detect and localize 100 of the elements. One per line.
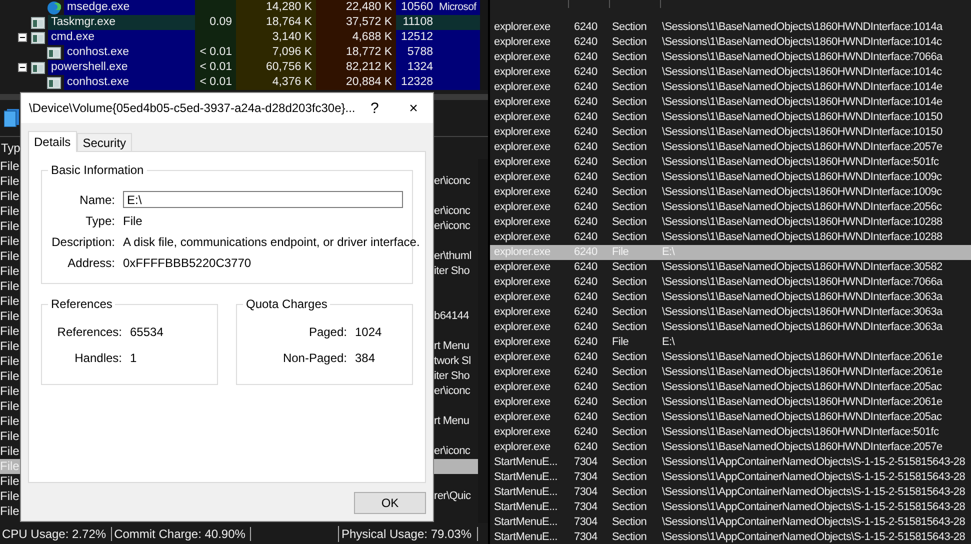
pid-cell-text: 6240	[573, 275, 598, 290]
help-button[interactable]: ?	[355, 93, 394, 123]
process-name[interactable]: msedge.exe	[64, 0, 195, 15]
handle-name-cell-text: E:\	[661, 245, 675, 260]
type-cell-text: Section	[611, 50, 648, 65]
collapse-toggle[interactable]	[18, 33, 27, 42]
cpu-cell: < 0.01	[195, 75, 236, 90]
type-cell-text: Section	[611, 350, 648, 365]
handle-name-cell-text: \Sessions\1\AppContainerNamedObjects\S-1-15-2-515815643-28	[661, 485, 966, 500]
process-cell-text: explorer.exe	[493, 335, 552, 350]
pid-cell-text: 7304	[573, 500, 598, 515]
column-header[interactable]: Typ	[0, 141, 20, 155]
process-cell-text: StartMenuE...	[493, 455, 558, 470]
field-label: References:	[56, 324, 123, 338]
process-cell-text: explorer.exe	[493, 65, 552, 80]
working-set-cell: 22,480 K	[316, 0, 396, 15]
field-label: Non-Paged:	[282, 350, 348, 364]
tab[interactable]: Security	[76, 133, 132, 151]
cpu-cell: < 0.01	[195, 60, 236, 75]
type-cell-text: Section	[611, 140, 648, 155]
working-set-cell: 82,212 K	[316, 60, 396, 75]
handle-name-cell-text: \Sessions\1\BaseNamedObjects\1860HWNDInterface:205ac	[661, 410, 942, 425]
process-name[interactable]: conhost.exe	[64, 45, 195, 60]
type-cell-text: Section	[611, 155, 648, 170]
pid-cell-text: 6240	[573, 170, 598, 185]
process-cell-text: explorer.exe	[493, 410, 552, 425]
type-cell: File	[0, 369, 20, 384]
handle-name-cell-text: \Sessions\1\BaseNamedObjects\1860HWNDInterface:2061e	[661, 395, 942, 410]
handle-name-cell-text: \Sessions\1\BaseNamedObjects\1860HWNDInterface:205ac	[661, 380, 942, 395]
pid-cell-text: 6240	[573, 185, 598, 200]
process-cell-text: explorer.exe	[493, 365, 552, 380]
name-cell-text: er\thuml	[434, 249, 472, 264]
type-cell-text: Section	[611, 260, 648, 275]
type-cell-text: Section	[611, 215, 648, 230]
pid-cell-text: 6240	[573, 110, 598, 125]
close-button[interactable]: ×	[394, 93, 433, 123]
type-cell-text: Section	[611, 20, 648, 35]
field-label: Address:	[66, 256, 116, 270]
tab[interactable]: Details	[28, 131, 77, 152]
pid-cell-text: 6240	[573, 140, 598, 155]
type-cell-text: Section	[611, 275, 648, 290]
handle-name-cell-text: \Sessions\1\BaseNamedObjects\1860HWNDInterface:1014a	[661, 20, 942, 35]
process-cell-text: StartMenuE...	[493, 530, 558, 544]
handle-name-cell-text: \Sessions\1\BaseNamedObjects\1860HWNDInterface:1014e	[661, 95, 942, 110]
type-cell-text: Section	[611, 380, 648, 395]
process-cell-text: explorer.exe	[493, 320, 552, 335]
process-cell-text: StartMenuE...	[493, 515, 558, 530]
pid-cell: 1324	[396, 60, 437, 75]
group-title: Quota Charges	[243, 297, 330, 311]
process-cell-text: explorer.exe	[493, 95, 552, 110]
row-highlight	[434, 459, 478, 474]
name-field[interactable]: E:\	[123, 191, 403, 208]
pid-cell: 10560	[396, 0, 437, 15]
name-cell-text: er\iconc	[434, 444, 472, 459]
pid-cell-text: 6240	[573, 365, 598, 380]
pid-cell-text: 6240	[573, 245, 598, 260]
handle-name-cell-text: \Sessions\1\BaseNamedObjects\1860HWNDInterface:501fc	[661, 425, 939, 440]
process-cell-text: explorer.exe	[493, 440, 552, 455]
description-cell: Microsof	[437, 0, 480, 15]
pid-cell-text: 6240	[573, 350, 598, 365]
handle-name-cell-text: \Sessions\1\BaseNamedObjects\1860HWNDInterface:501fc	[661, 155, 939, 170]
dialog-title: \Device\Volume{05ed4b05-c5ed-3937-a24a-d28d203fc30e}...	[29, 101, 356, 115]
type-cell-text: Section	[611, 530, 648, 544]
handle-name-cell-text: \Sessions\1\AppContainerNamedObjects\S-1-15-2-515815643-28	[661, 530, 966, 544]
pid-cell-text: 7304	[573, 515, 598, 530]
field-label: Type:	[84, 214, 116, 228]
ok-button[interactable]: OK	[354, 492, 426, 514]
collapse-toggle[interactable]	[18, 63, 27, 72]
type-cell-text: Section	[611, 455, 648, 470]
type-cell: File	[0, 324, 20, 339]
handle-name-cell-text: \Sessions\1\BaseNamedObjects\1860HWNDInterface:7066a	[661, 275, 942, 290]
process-cell-text: explorer.exe	[493, 200, 552, 215]
process-name[interactable]: conhost.exe	[64, 75, 195, 90]
description-cell	[437, 15, 480, 30]
handles-icon[interactable]	[4, 109, 20, 127]
type-cell-text: Section	[611, 200, 648, 215]
pid-cell-text: 6240	[573, 395, 598, 410]
type-cell: File	[0, 279, 20, 294]
group-title: Basic Information	[48, 163, 147, 177]
process-cell-text: explorer.exe	[493, 230, 552, 245]
handle-name-cell-text: \Sessions\1\AppContainerNamedObjects\S-1-15-2-515815643-28	[661, 455, 966, 470]
field-value: 1024	[355, 324, 382, 338]
working-set-cell: 20,884 K	[316, 75, 396, 90]
process-name[interactable]: powershell.exe	[48, 60, 195, 75]
private-bytes-cell: 7,096 K	[236, 45, 316, 60]
type-cell: File	[0, 504, 20, 519]
type-cell-text: Section	[611, 290, 648, 305]
type-cell: File	[0, 249, 20, 264]
type-cell: File	[0, 459, 20, 474]
process-name[interactable]: cmd.exe	[48, 30, 195, 45]
type-cell-text: Section	[611, 485, 648, 500]
pid-cell-text: 6240	[573, 335, 598, 350]
handle-name-cell-text: \Sessions\1\BaseNamedObjects\1860HWNDInterface:10150	[661, 125, 942, 140]
pid-cell: 11108	[396, 15, 437, 30]
process-name[interactable]: Taskmgr.exe	[48, 15, 195, 30]
window-icon	[31, 62, 45, 74]
process-cell-text: explorer.exe	[493, 350, 552, 365]
field-label: Handles:	[74, 350, 123, 364]
type-cell: File	[0, 189, 20, 204]
pid-cell-text: 6240	[573, 50, 598, 65]
